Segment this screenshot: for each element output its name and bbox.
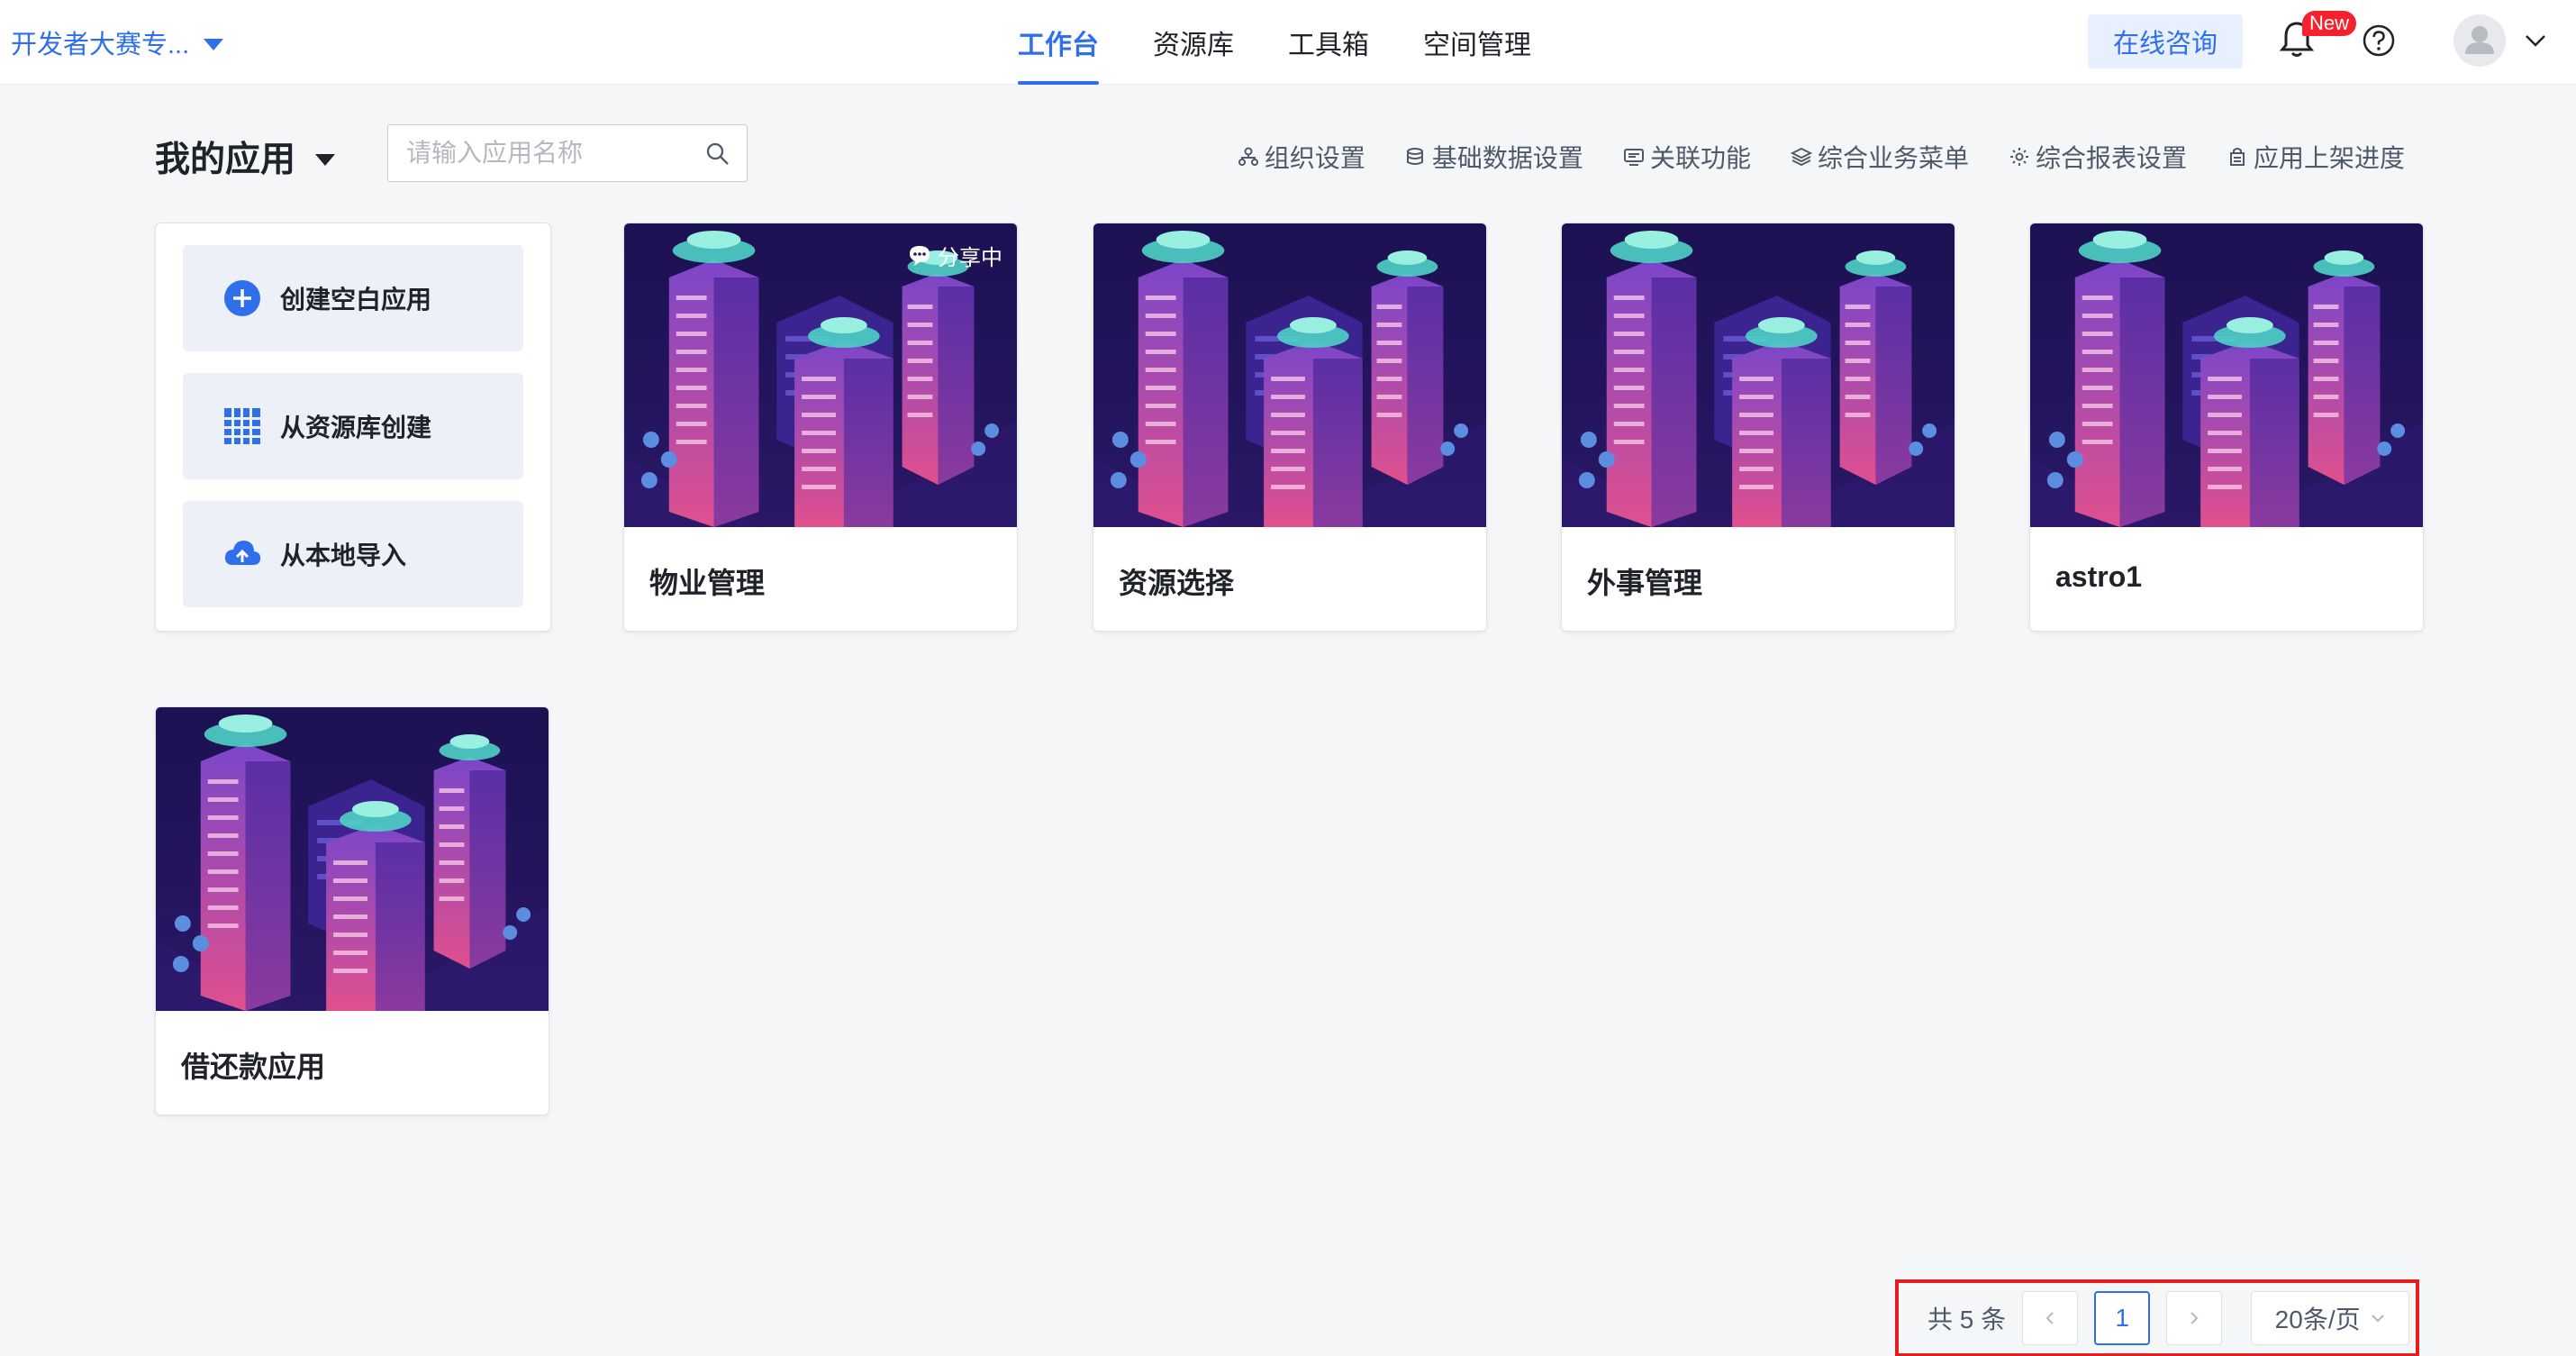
create-blank-app-button[interactable]: 创建空白应用	[183, 245, 523, 351]
settings-links: 组织设置 基础数据设置 关联功能 综合业务菜单 综合报表设置 应用上架进度	[1238, 139, 2405, 175]
database-icon	[1406, 148, 1423, 165]
tab-label: 工具箱	[1288, 31, 1369, 60]
page-number-button[interactable]: 1	[2094, 1291, 2151, 1345]
app-search	[387, 124, 748, 182]
store-icon	[2229, 148, 2245, 166]
search-icon[interactable]	[705, 141, 730, 167]
app-card[interactable]: 借还款应用	[155, 706, 549, 1115]
sharing-status: 分享中	[907, 240, 1002, 271]
link-label: 综合业务菜单	[1817, 144, 1969, 172]
chevron-down-icon[interactable]	[2522, 27, 2549, 54]
tab-workbench[interactable]: 工作台	[991, 0, 1126, 85]
page-size-select[interactable]: 20条/页	[2251, 1291, 2410, 1345]
chevron-down-icon	[2371, 1315, 2384, 1323]
base-data-settings-link[interactable]: 基础数据设置	[1405, 139, 1583, 175]
search-input[interactable]	[406, 139, 694, 168]
page-size-value: 20条/页	[2274, 1306, 2361, 1333]
caret-down-icon	[204, 38, 224, 50]
button-label: 从资源库创建	[280, 414, 432, 441]
main-nav: 工作台 资源库 工具箱 空间管理	[991, 0, 1558, 85]
cloud-upload-icon	[224, 541, 261, 565]
app-card[interactable]: 资源选择	[1093, 223, 1487, 632]
report-settings-link[interactable]: 综合报表设置	[2009, 139, 2187, 175]
app-listing-progress-link[interactable]: 应用上架进度	[2227, 139, 2405, 175]
plus-circle-icon	[224, 280, 260, 316]
my-apps-dropdown[interactable]: 我的应用	[155, 132, 336, 182]
app-name: 物业管理	[649, 567, 766, 599]
chevron-right-icon	[2191, 1312, 2199, 1324]
share-icon	[910, 245, 930, 266]
total-count: 共 5 条	[1927, 1306, 2007, 1333]
app-name: 借还款应用	[181, 1051, 326, 1083]
app-name: 外事管理	[1587, 567, 1703, 599]
tab-label: 资源库	[1153, 31, 1234, 60]
app-name: astro1	[2055, 560, 2143, 593]
workspace-name: 开发者大赛专...	[11, 31, 190, 59]
tab-resource-library[interactable]: 资源库	[1126, 0, 1261, 85]
link-label: 关联功能	[1649, 144, 1751, 172]
link-label: 综合报表设置	[2035, 144, 2187, 172]
link-icon	[1623, 149, 1644, 166]
page-title: 我的应用	[155, 141, 296, 179]
app-cover-image	[156, 707, 549, 1011]
sharing-label: 分享中	[938, 246, 1002, 270]
gear-icon	[2009, 148, 2028, 166]
tab-label: 空间管理	[1423, 31, 1531, 60]
create-from-library-button[interactable]: 从资源库创建	[183, 373, 523, 479]
avatar[interactable]	[2454, 14, 2506, 67]
help-icon[interactable]	[2362, 23, 2396, 58]
prev-page-button[interactable]	[2022, 1291, 2079, 1345]
tab-space-management[interactable]: 空间管理	[1396, 0, 1558, 85]
workspace-selector[interactable]: 开发者大赛专...	[11, 23, 224, 61]
online-consult-button[interactable]: 在线咨询	[2088, 14, 2243, 68]
page-number: 1	[2115, 1304, 2129, 1332]
next-page-button[interactable]	[2166, 1291, 2223, 1345]
caret-down-icon	[315, 153, 336, 166]
business-menu-link[interactable]: 综合业务菜单	[1790, 139, 1969, 175]
app-cover-image	[1562, 223, 1955, 527]
chevron-left-icon	[2045, 1312, 2054, 1324]
button-label: 创建空白应用	[280, 286, 432, 314]
layers-icon	[1790, 147, 1812, 167]
tab-label: 工作台	[1018, 31, 1099, 60]
org-icon	[1238, 147, 1258, 166]
linked-functions-link[interactable]: 关联功能	[1623, 139, 1751, 175]
create-app-panel: 创建空白应用 从资源库创建 从本地导入	[155, 223, 551, 632]
app-card[interactable]: 分享中 物业管理	[623, 223, 1018, 632]
grid-icon	[224, 408, 260, 444]
link-label: 组织设置	[1264, 144, 1365, 172]
tab-toolbox[interactable]: 工具箱	[1261, 0, 1396, 85]
consult-label: 在线咨询	[2112, 30, 2218, 59]
link-label: 基础数据设置	[1431, 144, 1583, 172]
app-cover-image	[2030, 223, 2423, 527]
top-bar: 开发者大赛专... 工作台 资源库 工具箱 空间管理 在线咨询 New	[0, 0, 2576, 85]
org-settings-link[interactable]: 组织设置	[1238, 139, 1365, 175]
pagination: 共 5 条 1 20条/页	[1895, 1279, 2419, 1356]
app-card[interactable]: astro1	[2029, 223, 2424, 632]
button-label: 从本地导入	[280, 541, 407, 569]
import-local-button[interactable]: 从本地导入	[183, 501, 523, 607]
app-cover-image	[1093, 223, 1486, 527]
link-label: 应用上架进度	[2253, 144, 2405, 172]
app-card[interactable]: 外事管理	[1561, 223, 1955, 632]
new-badge: New	[2302, 11, 2357, 36]
app-name: 资源选择	[1119, 567, 1235, 599]
user-icon	[2465, 26, 2494, 54]
